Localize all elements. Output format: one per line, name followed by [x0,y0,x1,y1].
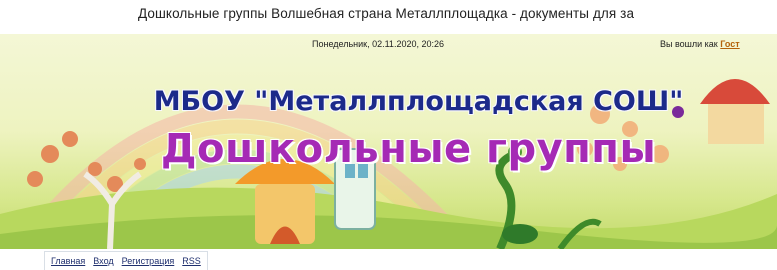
guest-user-link[interactable]: Гост [720,39,739,49]
nav-link-login[interactable]: Вход [93,256,113,266]
nav-link-register[interactable]: Регистрация [122,256,175,266]
school-name: МБОУ "Металлплощадская СОШ" [153,86,684,117]
page-title: Дошкольные группы Волшебная страна Метал… [138,6,635,21]
current-datetime: Понедельник, 02.11.2020, 20:26 [312,39,444,49]
top-nav: Главная Вход Регистрация RSS [44,251,208,270]
header-banner: Понедельник, 02.11.2020, 20:26 Вы вошли … [0,34,777,249]
nav-link-home[interactable]: Главная [51,256,85,266]
nav-link-rss[interactable]: RSS [182,256,201,266]
site-subtitle: Дошкольные группы [160,126,657,172]
login-status: Вы вошли как Гост [660,39,740,49]
login-prefix: Вы вошли как [660,39,718,49]
